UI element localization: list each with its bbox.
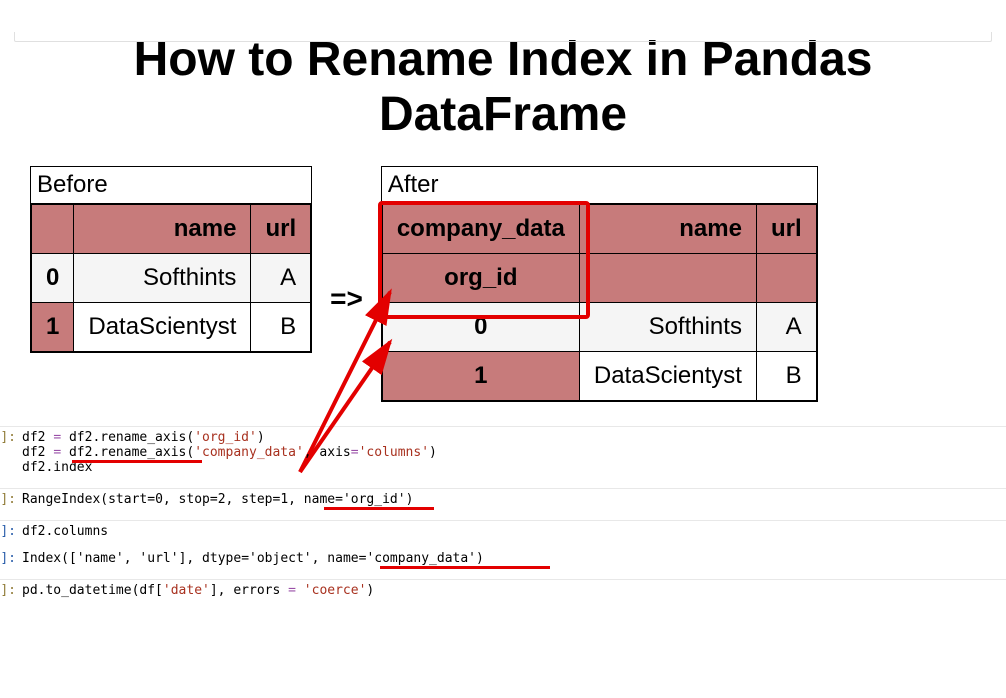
code-body: RangeIndex(start=0, stop=2, step=1, name… [22,492,413,507]
red-underline [72,460,202,463]
code-token: 'company_data' [366,551,476,566]
row-name: Softhints [579,303,756,352]
code-area: ]: df2 = df2.rename_axis('org_id') df2 =… [0,426,1006,601]
code-token: df2 [22,445,53,460]
after-url-header: url [756,205,816,254]
code-token: , stop [163,492,210,507]
table-row: 1 DataScientyst B [382,352,816,401]
code-token: pd.to_datetime(df[ [22,583,163,598]
cell-prompt: ]: [0,492,22,507]
code-body: pd.to_datetime(df['date'], errors = 'coe… [22,583,374,598]
code-token: ], errors [210,583,288,598]
before-url-header: url [251,205,311,254]
code-token: df2.columns [22,524,108,539]
row-url: A [756,303,816,352]
code-body: df2.columns [22,524,108,539]
code-token: = [288,583,296,598]
row-url: B [756,352,816,401]
code-token: 'company_data' [194,445,304,460]
code-token: , [124,551,140,566]
code-token: ) [476,551,484,566]
red-highlight-box [378,201,590,319]
code-token: 'object' [249,551,312,566]
code-token: ) [366,583,374,598]
row-url: A [251,254,311,303]
code-token: 'org_id' [343,492,406,507]
code-token: 1 [280,492,288,507]
code-cell: ]: df2.columns [0,520,1006,542]
code-token: ) [406,492,414,507]
row-name: DataScientyst [579,352,756,401]
code-body: df2 = df2.rename_axis('org_id') df2 = df… [22,430,437,475]
row-index: 0 [32,254,74,303]
after-label: After [382,167,817,204]
code-token: Index([ [22,551,77,566]
top-faint-box [14,32,992,42]
cell-prompt: ]: [0,551,22,566]
cell-prompt: ]: [0,430,22,445]
code-token: df2.rename_axis [61,445,186,460]
code-token: 'url' [139,551,178,566]
blank-cell [756,254,816,303]
red-underline [324,507,434,510]
cell-prompt: ]: [0,583,22,598]
arrow-between: => [330,253,363,315]
before-table-wrap: Before name url 0 Softhints A 1 DataScie… [30,166,312,353]
code-token: RangeIndex(start [22,492,147,507]
code-token: = [351,445,359,460]
row-name: DataScientyst [74,303,251,352]
code-token: 'coerce' [304,583,367,598]
code-token: , step [226,492,273,507]
code-token: ) [429,445,437,460]
code-token: ) [257,430,265,445]
code-token: = [53,445,61,460]
tables-comparison: Before name url 0 Softhints A 1 DataScie… [30,166,1006,402]
code-body: Index(['name', 'url'], dtype='object', n… [22,551,484,566]
after-table-wrap: After company_data name url org_id 0 Sof… [381,166,818,402]
code-token: , name [312,551,359,566]
before-label: Before [31,167,311,204]
code-token: , axis [304,445,351,460]
red-underline [380,566,550,569]
code-token: df2 [22,430,53,445]
code-token: 2 [218,492,226,507]
before-table: name url 0 Softhints A 1 DataScientyst B [31,204,311,352]
row-index: 1 [382,352,579,401]
code-token: 0 [155,492,163,507]
code-token [296,583,304,598]
code-token: = [241,551,249,566]
code-token: ], dtype [179,551,242,566]
page-title: How to Rename Index in Pandas DataFrame [0,32,1006,142]
code-token: 'columns' [359,445,429,460]
row-url: B [251,303,311,352]
table-row: 1 DataScientyst B [32,303,311,352]
code-token: 'org_id' [194,430,257,445]
table-row: 0 Softhints A [32,254,311,303]
blank-cell [579,254,756,303]
row-name: Softhints [74,254,251,303]
code-token: = [53,430,61,445]
code-token: = [210,492,218,507]
output-cell: ]: Index(['name', 'url'], dtype='object'… [0,548,1006,569]
code-token: = [335,492,343,507]
code-token: = [147,492,155,507]
output-cell: ]: RangeIndex(start=0, stop=2, step=1, n… [0,488,1006,510]
code-token: 'name' [77,551,124,566]
code-token: 'date' [163,583,210,598]
code-token: , name [288,492,335,507]
before-name-header: name [74,205,251,254]
table-header-row: name url [32,205,311,254]
code-token: df2.rename_axis( [61,430,194,445]
before-blank-header [32,205,74,254]
code-cell: ]: pd.to_datetime(df['date'], errors = '… [0,579,1006,601]
code-cell: ]: df2 = df2.rename_axis('org_id') df2 =… [0,426,1006,478]
cell-prompt: ]: [0,524,22,539]
after-name-header: name [579,205,756,254]
row-index: 1 [32,303,74,352]
